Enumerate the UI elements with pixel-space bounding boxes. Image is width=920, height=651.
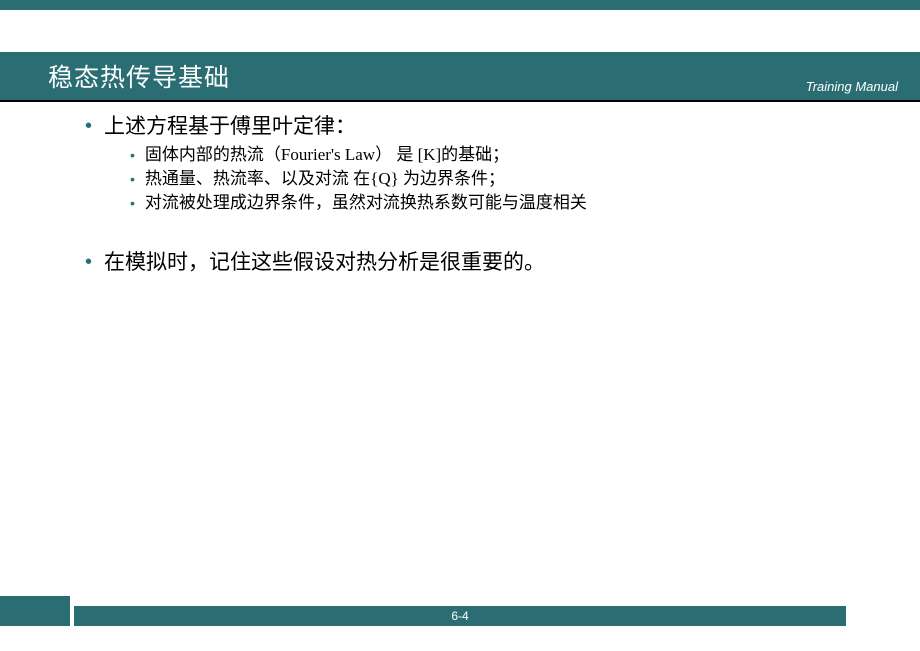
bullet-dot-icon: • — [130, 144, 135, 166]
footer-page-number: 6-4 — [74, 606, 846, 626]
bullet-sub: • 固体内部的热流（Fourier's Law） 是 [K]的基础； — [130, 144, 845, 166]
title-underline — [0, 100, 920, 102]
bullet-dot-icon: • — [130, 192, 135, 214]
bullet-sub-text: 热通量、热流率、以及对流 在{Q} 为边界条件； — [145, 168, 505, 190]
bullet-sub-text: 固体内部的热流（Fourier's Law） 是 [K]的基础； — [145, 144, 509, 166]
bullet-dot-icon: • — [130, 168, 135, 190]
slide-title: 稳态热传导基础 — [48, 58, 230, 94]
slide-content: • 上述方程基于傅里叶定律： • 固体内部的热流（Fourier's Law） … — [85, 112, 845, 280]
bullet-main: • 上述方程基于傅里叶定律： — [85, 112, 845, 140]
footer-left-block — [0, 596, 70, 626]
bullet-main-text: 在模拟时，记住这些假设对热分析是很重要的。 — [104, 248, 545, 276]
top-stripe — [0, 0, 920, 10]
spacer — [85, 216, 845, 248]
bullet-sub-text: 对流被处理成边界条件，虽然对流换热系数可能与温度相关 — [145, 192, 587, 214]
bullet-main-text: 上述方程基于傅里叶定律： — [104, 112, 356, 140]
bullet-dot-icon: • — [85, 248, 92, 276]
bullet-main: • 在模拟时，记住这些假设对热分析是很重要的。 — [85, 248, 845, 276]
training-manual-label: Training Manual — [806, 79, 898, 94]
sub-bullets: • 固体内部的热流（Fourier's Law） 是 [K]的基础； • 热通量… — [130, 144, 845, 214]
title-bar: 稳态热传导基础 Training Manual — [0, 52, 920, 100]
bullet-sub: • 热通量、热流率、以及对流 在{Q} 为边界条件； — [130, 168, 845, 190]
bullet-sub: • 对流被处理成边界条件，虽然对流换热系数可能与温度相关 — [130, 192, 845, 214]
bullet-dot-icon: • — [85, 112, 92, 140]
